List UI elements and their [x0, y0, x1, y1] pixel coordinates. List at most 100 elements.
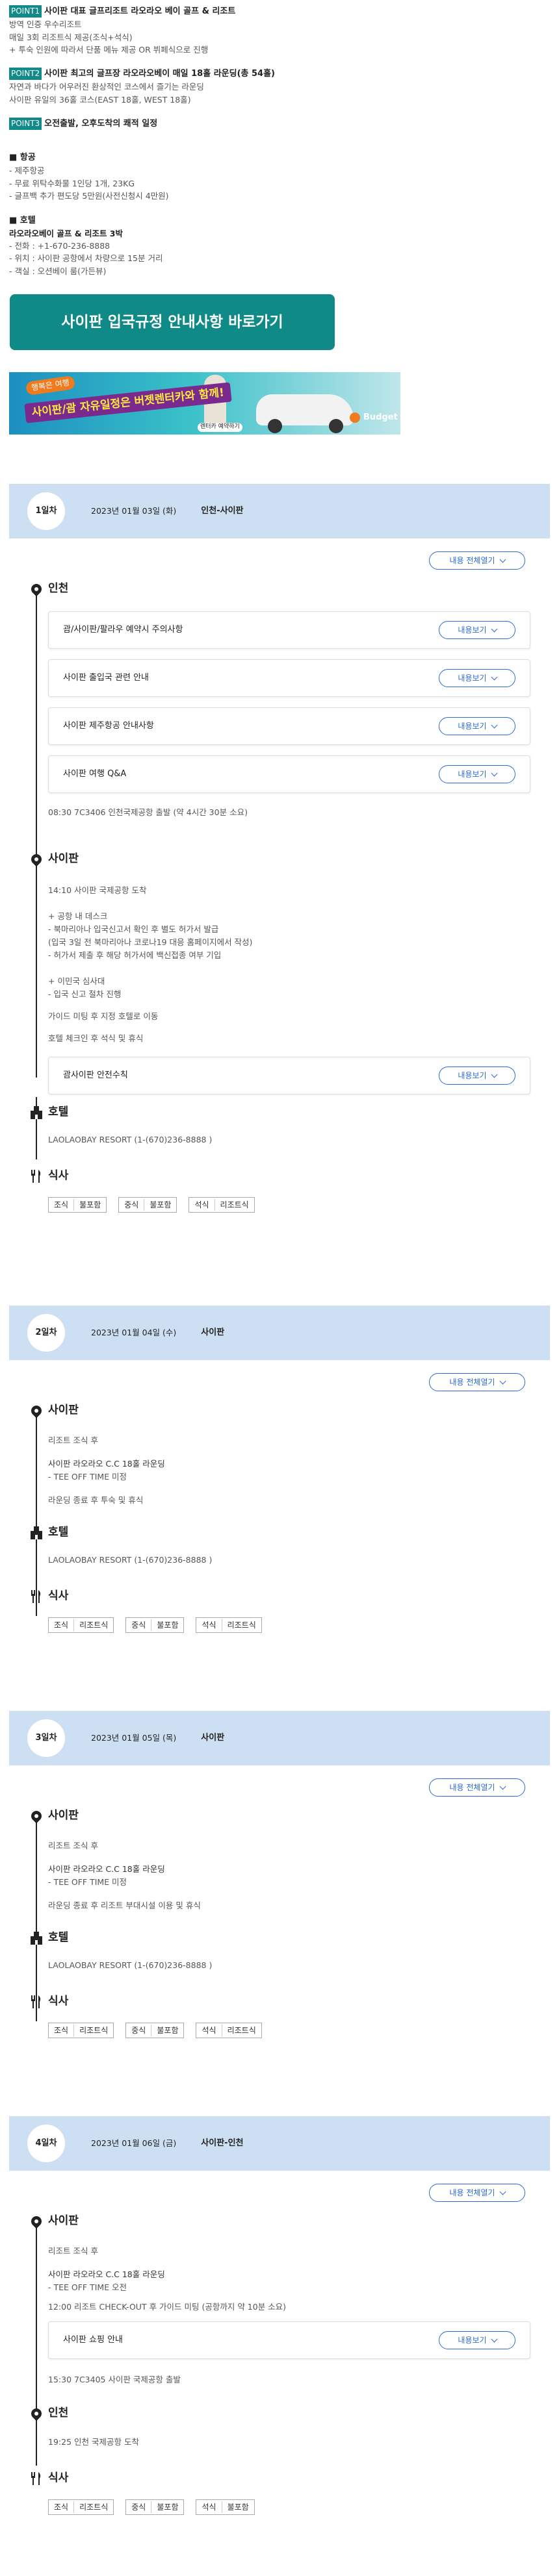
day-place: 사이판 [201, 1327, 225, 1337]
hotel-heading: ■ 호텔 [9, 215, 36, 225]
expand-all-button[interactable]: 내용 전체열기 [429, 551, 525, 570]
stop-title: 사이판 [48, 852, 79, 865]
point-badge: POINT3 [9, 118, 42, 130]
meal-item: 조식 불포함 [48, 1197, 107, 1213]
day-body: 내용 전체열기 사이판 리조트 조식 후 사이판 라오라오 C.C 18홀 라운… [9, 2171, 550, 2573]
utensils-icon [31, 1995, 42, 2008]
expand-all-button[interactable]: 내용 전체열기 [429, 1373, 525, 1391]
page: { "points":[ {"badge":"POINT1","title":"… [0, 0, 559, 2576]
day-date: 2023년 01월 03일 (화) [91, 506, 177, 516]
day-date: 2023년 01월 06일 (금) [91, 2138, 177, 2149]
expand-all-button[interactable]: 내용 전체열기 [429, 2184, 525, 2202]
airline-info: ■ 항공 - 제주항공 - 무료 위탁수화물 1인당 1개, 23KG - 글프… [9, 151, 550, 202]
day-place: 인천-사이판 [201, 505, 244, 516]
schedule-line: 사이판 라오라오 C.C 18홀 라운딩 [48, 1864, 165, 1874]
chevron-down-icon [499, 1378, 506, 1384]
view-more-button[interactable]: 내용보기 [439, 765, 515, 783]
chevron-down-icon [499, 2188, 506, 2195]
flight-info: 08:30 7C3406 인천국제공항 출발 (약 4시간 30분 소요) [48, 807, 248, 817]
day-body: 내용 전체열기 사이판 리조트 조식 후 사이판 라오라오 C.C 18홀 라운… [9, 1360, 550, 1711]
stop-title: 호텔 [48, 1105, 69, 1118]
schedule-line: 라운딩 종료 후 투숙 및 휴식 [48, 1495, 144, 1505]
expand-all-button[interactable]: 내용 전체열기 [429, 1778, 525, 1797]
point-line: 자연과 바다가 어우러진 환상적인 코스에서 즐기는 라운딩 [9, 82, 204, 92]
meal-item: 석식 리조트식 [196, 1617, 262, 1633]
meal-item: 석식 리조트식 [188, 1197, 255, 1213]
entry-rules-button[interactable]: 사이판 입국규정 안내사항 바로가기 [10, 294, 335, 351]
card-label: 괌/사이판/팔라우 예약시 주의사항 [63, 625, 183, 635]
info-card: 괌/사이판/팔라우 예약시 주의사항 내용보기 [48, 611, 530, 649]
schedule-line: 사이판 라오라오 C.C 18홀 라운딩 [48, 1459, 165, 1469]
chevron-down-icon [491, 722, 498, 728]
utensils-icon [31, 1590, 42, 1603]
chevron-down-icon [499, 556, 506, 562]
view-more-button[interactable]: 내용보기 [439, 621, 515, 639]
schedule-line: - TEE OFF TIME 미정 [48, 1877, 127, 1887]
stop-title: 인천 [48, 2406, 69, 2419]
hotel-line: - 전화 : +1-670-236-8888 [9, 241, 110, 251]
hotel-contact: LAOLAOBAY RESORT (1-(670)236-8888 ) [48, 1135, 213, 1144]
point-line: + 투숙 인원에 따라서 단품 메뉴 제공 OR 뷔페식으로 진행 [9, 44, 209, 55]
view-more-button[interactable]: 내용보기 [439, 669, 515, 687]
airline-line: - 무료 위탁수화물 1인당 1개, 23KG [9, 178, 135, 188]
info-card: 괌사이판 안전수칙 내용보기 [48, 1057, 530, 1094]
airline-name: - 제주항공 [9, 166, 45, 176]
schedule-line: + 공항 내 데스크 [48, 911, 108, 921]
rental-car-banner[interactable]: 행복은 여행 사이판/괌 자유일정은 버젯렌터카와 함께! 렌터카 예약하기 B… [9, 372, 400, 435]
point-badge: POINT1 [9, 5, 42, 18]
meal-item: 중식 불포함 [125, 2023, 185, 2038]
utensils-icon [31, 1170, 42, 1183]
schedule-line: 사이판 라오라오 C.C 18홀 라운딩 [48, 2269, 165, 2279]
day-number: 4일차 [27, 2125, 65, 2162]
schedule-line: 14:10 사이판 국제공항 도착 [48, 885, 147, 895]
view-more-button[interactable]: 내용보기 [439, 717, 515, 735]
chevron-down-icon [491, 2336, 498, 2342]
day-date: 2023년 01월 05일 (목) [91, 1733, 177, 1743]
meal-item: 석식 불포함 [196, 2499, 255, 2515]
day-place: 사이판-인천 [201, 2138, 244, 2148]
hotel-icon [31, 1106, 42, 1119]
day-place: 사이판 [201, 1732, 225, 1743]
schedule-line: 리조트 조식 후 [48, 1841, 98, 1850]
schedule-line: - TEE OFF TIME 오전 [48, 2282, 127, 2292]
day3: 3일차 2023년 01월 05일 (목) 사이판 내용 전체열기 사이판 리조… [0, 1711, 559, 2116]
info-card: 사이판 쇼핑 안내 내용보기 [48, 2321, 530, 2359]
meal-item: 석식 리조트식 [196, 2023, 262, 2038]
card-label: 사이판 쇼핑 안내 [63, 2335, 123, 2345]
meal-item: 중식 불포함 [125, 1617, 185, 1633]
hotel-line: - 위치 : 사이판 공항에서 차량으로 15분 거리 [9, 253, 163, 264]
timeline-line [36, 592, 37, 1078]
view-more-button[interactable]: 내용보기 [439, 2331, 515, 2349]
stop-title: 식사 [48, 1589, 69, 1602]
point1: POINT1 사이판 대표 글프리조트 라오라오 베이 골프 & 리조트 방역 인… [9, 5, 550, 56]
point-line: 방역 인증 우수리조트 [9, 19, 82, 30]
day4: 4일차 2023년 01월 06일 (금) 사이판-인천 내용 전체열기 사이판… [0, 2116, 559, 2573]
schedule-line: - 입국 신고 절차 진행 [48, 989, 122, 999]
point3: POINT3 오전출발, 오후도착의 쾌적 일정 [9, 118, 550, 131]
info-card: 사이판 여행 Q&A 내용보기 [48, 755, 530, 793]
timeline-line [36, 2224, 37, 2466]
day-header: 2일차 2023년 01월 04일 (수) 사이판 [9, 1306, 550, 1360]
day-body: 내용 전체열기 사이판 리조트 조식 후 사이판 라오라오 C.C 18홀 라운… [9, 1765, 550, 2116]
schedule-line: 리조트 조식 후 [48, 2246, 98, 2256]
view-more-button[interactable]: 내용보기 [439, 1067, 515, 1085]
point-line: 사이판 유일의 36홀 코스(EAST 18홀, WEST 18홀) [9, 94, 191, 105]
meal-item: 조식 리조트식 [48, 1617, 114, 1633]
day1: 1일차 2023년 01월 03일 (화) 인천-사이판 내용 전체열기 인천 … [0, 484, 559, 1359]
hotel-name: 라오라오베이 골프 & 리조트 3박 [9, 228, 124, 238]
card-label: 사이판 출입국 관련 안내 [63, 673, 149, 683]
point-line: 매일 3회 리조트식 제공(조식+석식) [9, 32, 133, 42]
schedule-line: 가이드 미팅 후 지정 호텔로 이동 [48, 1011, 159, 1021]
point-title: 사이판 최고의 글프장 라오라오베이 매일 18홀 라운딩(총 54홀) [44, 69, 275, 79]
meal-item: 중식 불포함 [125, 2499, 185, 2515]
airline-heading: ■ 항공 [9, 153, 36, 163]
flight-info: 15:30 7C3405 사이판 국제공항 출발 [48, 2375, 181, 2384]
hotel-contact: LAOLAOBAY RESORT (1-(670)236-8888 ) [48, 1960, 213, 1970]
stop-title: 식사 [48, 1995, 69, 2008]
stop-title: 사이판 [48, 1809, 79, 1822]
day-header: 1일차 2023년 01월 03일 (화) 인천-사이판 [9, 484, 550, 538]
intro-section: POINT1 사이판 대표 글프리조트 라오라오 베이 골프 & 리조트 방역 인… [0, 0, 559, 277]
schedule-line: (입국 3일 전 북마리아나 코로나19 대응 홈페이지에서 작성) [48, 937, 253, 947]
schedule-line: - 북마리아나 입국신고서 확인 후 별도 허가서 발급 [48, 924, 219, 934]
location-pin-icon [29, 2214, 44, 2229]
